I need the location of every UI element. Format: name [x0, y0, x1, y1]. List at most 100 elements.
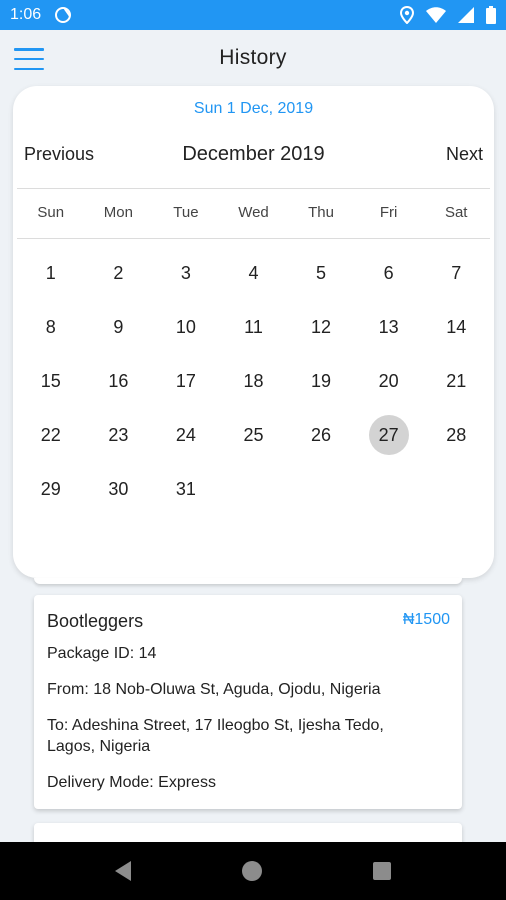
- signal-icon: [458, 7, 474, 23]
- calendar-day-number: 8: [45, 316, 56, 337]
- divider: [17, 188, 490, 189]
- calendar-day[interactable]: 24: [152, 408, 220, 462]
- calendar-day-number: 28: [446, 424, 467, 445]
- calendar-day[interactable]: 9: [85, 300, 153, 354]
- calendar-day[interactable]: 8: [17, 300, 85, 354]
- battery-icon: [486, 6, 496, 24]
- calendar-day-number: 1: [45, 262, 56, 283]
- calendar-day[interactable]: 2: [85, 246, 153, 300]
- calendar-day[interactable]: 18: [220, 354, 288, 408]
- package-id: Package ID: 14: [47, 645, 157, 662]
- home-icon[interactable]: [241, 861, 262, 881]
- menu-icon[interactable]: [14, 48, 44, 70]
- calendar-day-number: 3: [180, 262, 191, 283]
- calendar-day-number: 5: [316, 262, 327, 283]
- calendar-day-number: 7: [451, 262, 462, 283]
- calendar-card: Sun 1 Dec, 2019 Previous December 2019 N…: [13, 86, 494, 578]
- app-bar: History: [0, 30, 506, 86]
- calendar-day[interactable]: 3: [152, 246, 220, 300]
- back-icon[interactable]: [115, 861, 132, 881]
- calendar-day-number: 18: [243, 370, 264, 391]
- calendar-day-number: 17: [175, 370, 196, 391]
- calendar-day[interactable]: 4: [220, 246, 288, 300]
- calendar-day-number: 2: [113, 262, 124, 283]
- order-price: ₦1500: [402, 611, 450, 628]
- weekday-label: Wed: [238, 204, 269, 221]
- calendar-day[interactable]: 26: [287, 408, 355, 462]
- calendar-day[interactable]: 14: [422, 300, 490, 354]
- status-icons: [400, 6, 496, 24]
- calendar-day[interactable]: 15: [17, 354, 85, 408]
- recents-icon[interactable]: [372, 862, 391, 880]
- calendar-day[interactable]: 5: [287, 246, 355, 300]
- calendar-day[interactable]: 20: [355, 354, 423, 408]
- weekday-label: Sun: [37, 204, 65, 221]
- calendar-day[interactable]: 19: [287, 354, 355, 408]
- calendar-day[interactable]: 12: [287, 300, 355, 354]
- calendar-day-number: 21: [446, 370, 467, 391]
- calendar-day[interactable]: 29: [17, 462, 85, 516]
- calendar-day-number: 10: [175, 316, 196, 337]
- calendar-day[interactable]: 21: [422, 354, 490, 408]
- weekday-label: Thu: [308, 204, 334, 221]
- calendar-day-number: 19: [311, 370, 332, 391]
- calendar-day[interactable]: 11: [220, 300, 288, 354]
- calendar-day-number: 4: [248, 262, 259, 283]
- delivery-mode: Delivery Mode: Express: [47, 774, 216, 791]
- calendar-day-number: 11: [244, 316, 263, 337]
- calendar-day-number: 31: [175, 478, 196, 499]
- calendar-day[interactable]: 1: [17, 246, 85, 300]
- from-address: From: 18 Nob-Oluwa St, Aguda, Ojodu, Nig…: [47, 681, 381, 698]
- to-address: To: Adeshina Street, 17 Ileogbo St, Ijes…: [47, 717, 384, 755]
- calendar-day[interactable]: 31: [152, 462, 220, 516]
- calendar-day[interactable]: 13: [355, 300, 423, 354]
- calendar-day[interactable]: 10: [152, 300, 220, 354]
- calendar-day[interactable]: 30: [85, 462, 153, 516]
- calendar-day-number: 27: [368, 415, 409, 455]
- status-bar: 1:06: [0, 0, 506, 30]
- calendar-day[interactable]: 25: [220, 408, 288, 462]
- weekday-header: Sun Mon Tue Wed Thu Fri Sat: [17, 204, 490, 221]
- calendar-day[interactable]: 7: [422, 246, 490, 300]
- status-time: 1:06: [10, 6, 42, 23]
- weekday-label: Mon: [103, 204, 133, 221]
- calendar-day-number: 23: [108, 424, 129, 445]
- weekday-label: Fri: [379, 204, 398, 221]
- calendar-day[interactable]: 23: [85, 408, 153, 462]
- calendar-day-number: 16: [108, 370, 129, 391]
- selected-date-label: Sun 1 Dec, 2019: [193, 100, 314, 117]
- weekday-label: Tue: [173, 204, 199, 221]
- weekday-label: Sat: [444, 204, 468, 221]
- calendar-day-number: 26: [311, 424, 332, 445]
- calendar-day-number: 12: [311, 316, 332, 337]
- calendar-day-number: 14: [446, 316, 467, 337]
- card-edge: [34, 578, 462, 584]
- calendar-day[interactable]: 22: [17, 408, 85, 462]
- previous-month-button[interactable]: Previous: [24, 144, 94, 165]
- page-title: History: [219, 46, 287, 69]
- calendar-day-number: 25: [243, 424, 264, 445]
- sync-icon: [55, 7, 72, 23]
- calendar-day[interactable]: 16: [85, 354, 153, 408]
- divider: [17, 238, 490, 239]
- calendar-day-number: 15: [40, 370, 61, 391]
- calendar-nav: Previous December 2019 Next: [13, 143, 494, 174]
- days-grid: 1 2 3 4 5 6 7 8 9 10 11 12 13 14 15 16 17 18 19 20 21 22 23 24 2…: [17, 246, 490, 516]
- wifi-icon: [426, 7, 446, 23]
- calendar-day[interactable]: 28: [422, 408, 490, 462]
- calendar-day-number: 6: [383, 262, 394, 283]
- calendar-day-number: 13: [378, 316, 399, 337]
- system-nav-bar: [0, 842, 506, 900]
- calendar-day[interactable]: 27: [355, 408, 423, 462]
- next-month-button[interactable]: Next: [446, 144, 483, 165]
- calendar-day[interactable]: 17: [152, 354, 220, 408]
- calendar-day-number: 22: [40, 424, 61, 445]
- calendar-day-number: 9: [113, 316, 124, 337]
- calendar-day-number: 24: [175, 424, 196, 445]
- order-name: Bootleggers: [47, 611, 144, 631]
- calendar-day-number: 30: [108, 478, 129, 499]
- calendar-day-number: 29: [40, 478, 61, 499]
- order-card[interactable]: Bootleggers ₦1500 Package ID: 14 From: 1…: [34, 595, 462, 809]
- calendar-day[interactable]: 6: [355, 246, 423, 300]
- location-icon: [400, 6, 414, 24]
